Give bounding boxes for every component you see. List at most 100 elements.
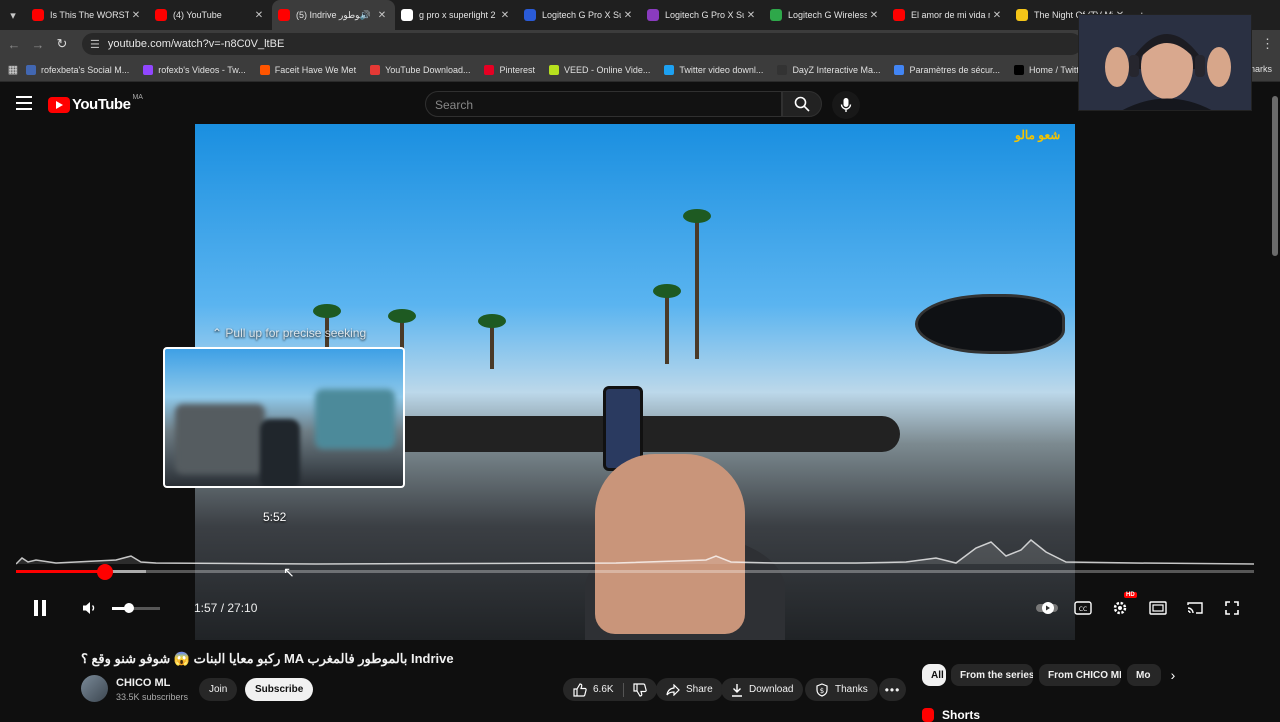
voice-search-button[interactable] — [832, 91, 860, 119]
chevron-right-icon[interactable]: › — [1164, 666, 1182, 684]
bookmark-item[interactable]: Home / Twitter — [1014, 64, 1087, 75]
share-button[interactable]: Share — [656, 678, 723, 701]
url-text: youtube.com/watch?v=-n8C0V_ltBE — [107, 38, 285, 50]
filter-chip[interactable]: From CHICO ML — [1039, 664, 1121, 686]
volume-knob[interactable] — [123, 603, 134, 613]
tab-close-icon[interactable]: ✕ — [129, 10, 143, 21]
back-arrow-icon[interactable]: ← — [2, 37, 26, 52]
thumbs-down-icon[interactable] — [632, 682, 647, 697]
seek-tip-text: Pull up for precise seeking — [225, 326, 367, 340]
bookmark-item[interactable]: YouTube Download... — [370, 64, 471, 75]
scene-palm — [683, 209, 711, 359]
thanks-button[interactable]: $ Thanks — [805, 678, 878, 701]
mute-button[interactable] — [78, 596, 102, 620]
bookmark-item[interactable]: rofexbeta's Social M... — [26, 64, 130, 75]
tab-title: g pro x superlight 2 n — [419, 10, 498, 20]
volume-icon — [83, 602, 95, 614]
tab-close-icon[interactable]: ✕ — [990, 10, 1004, 21]
bookmark-label: rofexbeta's Social M... — [41, 64, 130, 75]
bookmark-item[interactable]: DayZ Interactive Ma... — [777, 64, 880, 75]
reload-icon[interactable]: ↻ — [50, 36, 74, 52]
miniplayer-icon — [1149, 601, 1167, 615]
browser-tab[interactable]: El amor de mi vida m ✕ — [887, 0, 1010, 30]
tab-audio-icon[interactable]: 🔊 — [360, 10, 371, 21]
filter-chip[interactable]: All — [922, 664, 946, 686]
bookmark-label: YouTube Download... — [385, 64, 471, 75]
miniplayer-button[interactable] — [1146, 596, 1170, 620]
youtube-logo[interactable]: YouTube MA — [48, 94, 143, 113]
progress-bar[interactable] — [16, 564, 1254, 580]
browser-menu-icon[interactable]: ⋮ — [1261, 36, 1274, 52]
bookmark-label: VEED - Online Vide... — [564, 64, 651, 75]
settings-button[interactable] — [1108, 596, 1132, 620]
forward-arrow-icon[interactable]: → — [26, 37, 50, 52]
search-icon — [794, 96, 810, 112]
progress-scrubber[interactable] — [97, 564, 114, 580]
address-bar[interactable]: ☰ youtube.com/watch?v=-n8C0V_ltBE — [82, 33, 1082, 55]
bookmark-item[interactable]: Twitter video downl... — [664, 64, 763, 75]
pause-icon — [34, 600, 46, 616]
fullscreen-button[interactable] — [1220, 596, 1244, 620]
filter-chip[interactable]: From the series — [951, 664, 1033, 686]
tab-title: Logitech G Pro X Sup — [665, 10, 744, 20]
youtube-wordmark: YouTube — [72, 96, 131, 113]
more-actions-button[interactable]: ••• — [879, 678, 906, 701]
scene-palm — [478, 314, 506, 369]
bookmark-item[interactable]: Pinterest — [484, 64, 535, 75]
tab-close-icon[interactable]: ✕ — [867, 10, 881, 21]
site-info-icon[interactable]: ☰ — [90, 38, 100, 51]
browser-tab[interactable]: (5) Indrive بالموطور🔊 ✕ — [272, 0, 395, 30]
cast-icon — [1187, 602, 1203, 614]
browser-tab[interactable]: Logitech G Wireless ✕ — [764, 0, 887, 30]
tab-close-icon[interactable]: ✕ — [375, 10, 389, 21]
browser-tab[interactable]: Logitech G Pro X Sup ✕ — [518, 0, 641, 30]
tab-favicon-icon — [278, 9, 290, 21]
captions-icon: CC — [1074, 601, 1092, 615]
bookmark-item[interactable]: Faceit Have We Met — [259, 64, 356, 75]
bookmark-favicon-icon — [26, 64, 36, 75]
hd-badge: HD — [1124, 592, 1137, 598]
page-scrollbar[interactable] — [1272, 96, 1278, 256]
tab-close-icon[interactable]: ✕ — [252, 10, 266, 21]
most-replayed-heatmap — [16, 538, 1254, 565]
search-button[interactable] — [782, 91, 822, 117]
volume-slider[interactable] — [112, 603, 160, 613]
browser-tab[interactable]: Is This The WORST M✕ — [26, 0, 149, 30]
download-button[interactable]: Download — [721, 678, 804, 701]
channel-name[interactable]: CHICO ML — [116, 677, 170, 689]
browser-tab[interactable]: Logitech G Pro X Sup ✕ — [641, 0, 764, 30]
seek-tip: ⌃ Pull up for precise seeking — [212, 326, 366, 340]
tab-title: Logitech G Pro X Sup — [542, 10, 621, 20]
captions-button[interactable]: CC — [1071, 596, 1095, 620]
tab-search-chevron-icon[interactable]: ▾ — [0, 0, 26, 30]
share-label: Share — [686, 684, 713, 695]
bookmark-item[interactable]: VEED - Online Vide... — [549, 64, 651, 75]
bookmark-item[interactable]: rofexb's Videos - Tw... — [143, 64, 246, 75]
bookmark-favicon-icon — [370, 64, 381, 75]
channel-avatar[interactable] — [81, 675, 108, 702]
apps-grid-icon[interactable]: ▦ — [0, 63, 26, 76]
bookmark-item[interactable]: Paramètres de sécur... — [894, 64, 1001, 75]
browser-tab[interactable]: g pro x superlight 2 n ✕ — [395, 0, 518, 30]
tab-close-icon[interactable]: ✕ — [621, 10, 635, 21]
thumbs-up-icon[interactable] — [573, 682, 587, 697]
filter-chip[interactable]: Mo — [1127, 664, 1161, 686]
youtube-play-icon — [48, 96, 70, 113]
join-button[interactable]: Join — [199, 678, 238, 701]
pause-button[interactable] — [28, 596, 52, 620]
subscribe-button[interactable]: Subscribe — [245, 678, 314, 701]
like-count[interactable]: 6.6K — [593, 684, 614, 695]
tab-close-icon[interactable]: ✕ — [498, 10, 512, 21]
svg-text:$: $ — [820, 687, 824, 695]
channel-watermark: شعو مالو — [1015, 128, 1061, 142]
thanks-label: Thanks — [835, 684, 868, 695]
search-input[interactable]: Search — [425, 91, 782, 117]
tab-close-icon[interactable]: ✕ — [744, 10, 758, 21]
hamburger-menu-icon[interactable] — [16, 96, 32, 110]
seek-preview-thumbnail — [163, 347, 405, 488]
autoplay-toggle[interactable] — [1035, 596, 1059, 620]
cast-button[interactable] — [1183, 596, 1207, 620]
bookmark-label: Paramètres de sécur... — [909, 64, 1001, 75]
browser-tab[interactable]: (4) YouTube ✕ — [149, 0, 272, 30]
tab-favicon-icon — [1016, 9, 1028, 21]
